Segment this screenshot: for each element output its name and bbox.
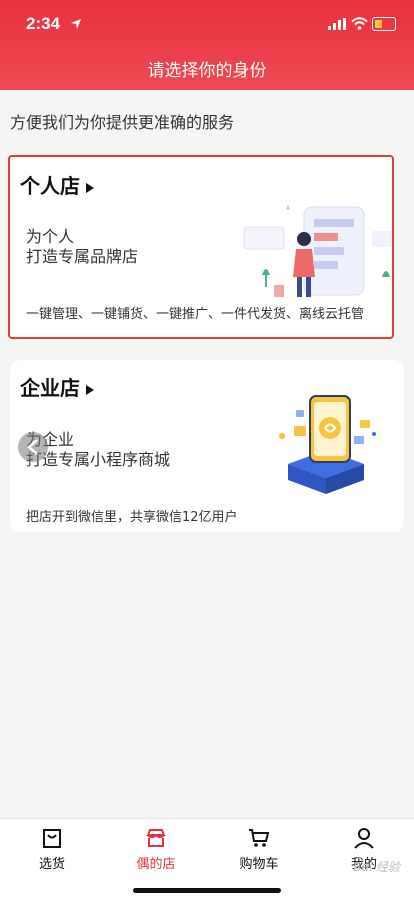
home-indicator[interactable] <box>133 888 281 893</box>
wifi-icon <box>351 17 368 30</box>
tab-label: 购物车 <box>239 857 279 872</box>
header: 2:34 请选择你的身份 <box>0 0 414 90</box>
status-bar: 2:34 <box>0 14 414 38</box>
page-title: 请选择你的身份 <box>147 61 267 81</box>
chevron-left-icon <box>27 439 38 455</box>
watermark: Bai 经验 <box>353 860 400 874</box>
user-icon <box>354 828 374 849</box>
back-button[interactable] <box>18 432 48 462</box>
enterprise-features: 把店开到微信里，共享微信12亿用户 <box>26 510 238 525</box>
personal-store-card[interactable]: 个人店 为个人 打造专属品牌店 一键管理、一键铺货、一键推广、一件代发货、离线云… <box>8 155 394 339</box>
play-arrow-icon <box>86 384 94 395</box>
battery-icon <box>372 17 396 31</box>
location-arrow-icon <box>71 19 81 29</box>
personal-features: 一键管理、一键铺货、一键推广、一件代发货、离线云托管 <box>26 307 365 322</box>
tab-select-goods[interactable]: 选货 <box>17 827 87 872</box>
personal-store-title: 个人店 <box>20 170 94 199</box>
status-time: 2:34 <box>26 14 61 33</box>
personal-illustration <box>243 205 392 297</box>
tab-label: 选货 <box>38 857 65 872</box>
play-arrow-icon <box>86 182 94 193</box>
enterprise-illustration <box>279 395 376 494</box>
page-subtitle: 方便我们为你提供更准确的服务 <box>10 113 235 132</box>
store-icon <box>146 829 166 847</box>
cart-icon <box>249 829 270 847</box>
enterprise-store-title: 企业店 <box>20 372 94 401</box>
signal-icon <box>328 18 346 30</box>
shopping-bag-icon <box>43 829 61 848</box>
tab-cart[interactable]: 购物车 <box>224 827 294 872</box>
tab-label: 偶的店 <box>136 857 176 872</box>
personal-line2: 打造专属品牌店 <box>26 247 139 266</box>
enterprise-store-card[interactable]: 企业店 为企业 打造专属小程序商城 把店开到微信里，共享微信12亿用户 <box>10 360 404 532</box>
tab-my-store[interactable]: 偶的店 <box>121 827 191 872</box>
